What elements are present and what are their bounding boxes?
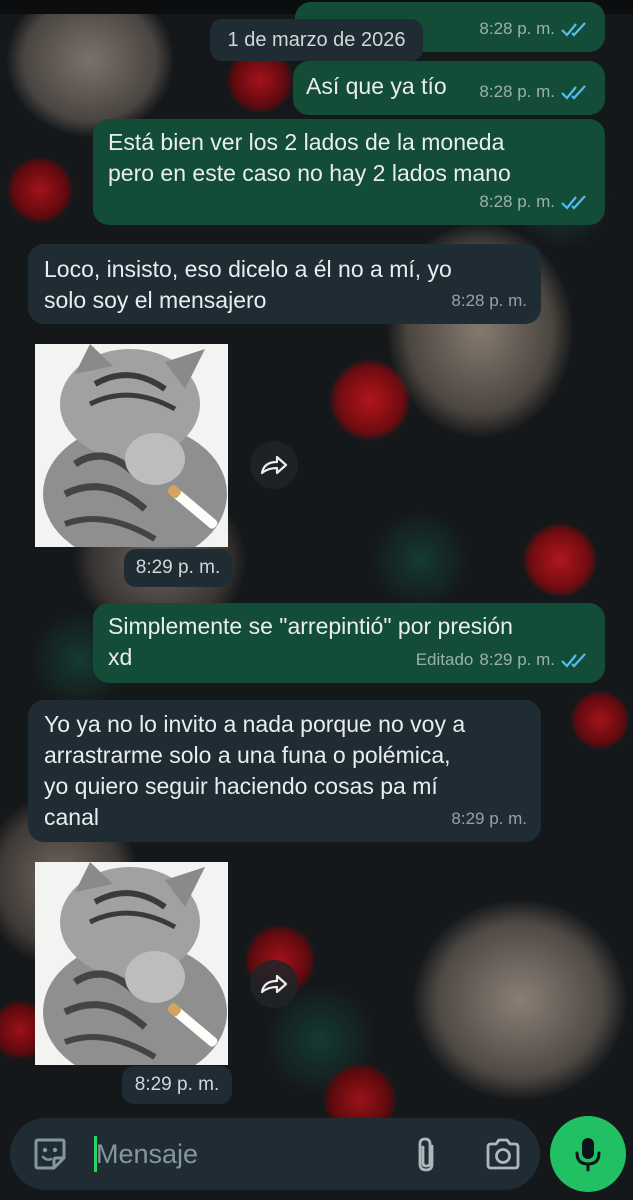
message-time: 8:29 p. m. [479,650,555,669]
microphone-icon [575,1138,601,1172]
date-divider: 1 de marzo de 2026 [210,19,423,61]
message-text: Está bien ver los 2 lados de la moneda p… [108,129,511,186]
read-receipt-icon [561,194,586,210]
cat-sticker-image [35,344,228,547]
forward-icon [260,455,288,475]
message-bubble-incoming[interactable]: Loco, insisto, eso dicelo a él no a mí, … [28,244,541,324]
message-time: 8:28 p. m. [479,19,555,38]
message-composer [10,1118,540,1190]
message-meta: Editado 8:29 p. m. [416,644,591,675]
message-text: Loco, insisto, eso dicelo a él no a mí, … [44,256,452,313]
camera-icon[interactable] [484,1136,522,1172]
forward-icon [260,974,288,994]
cat-sticker-image [35,862,228,1065]
message-bubble-outgoing[interactable]: Simplemente se "arrepintió" por presión … [93,603,605,683]
sticker-icon[interactable] [32,1136,68,1172]
message-time: 8:28 p. m. [451,291,527,310]
message-time: 8:29 p. m. [451,809,527,828]
message-text: Yo ya no lo invito a nada porque no voy … [44,711,466,830]
read-receipt-icon [561,21,586,37]
message-bubble-outgoing[interactable]: Está bien ver los 2 lados de la moneda p… [93,119,605,225]
message-meta: 8:28 p. m. [479,13,591,44]
message-meta: 8:29 p. m. [451,803,527,834]
message-meta: 8:28 p. m. [451,285,527,316]
read-receipt-icon [561,652,586,668]
cat-smoking-sticker[interactable] [35,862,228,1065]
message-bubble-incoming[interactable]: Yo ya no lo invito a nada porque no voy … [28,700,541,842]
forward-button[interactable] [250,960,298,1008]
voice-message-button[interactable] [550,1116,626,1192]
message-input[interactable] [96,1132,396,1176]
sticker-timestamp: 8:29 p. m. [124,549,232,587]
forward-button[interactable] [250,441,298,489]
message-time: 8:28 p. m. [479,192,555,211]
read-receipt-icon [561,84,586,100]
message-meta: 8:28 p. m. [479,76,591,107]
cat-smoking-sticker[interactable] [35,344,228,547]
sticker-timestamp: 8:29 p. m. [122,1066,232,1104]
paperclip-icon[interactable] [410,1136,444,1174]
message-bubble-outgoing[interactable]: Así que ya tío 8:28 p. m. [293,61,605,115]
edited-label: Editado [415,650,474,669]
message-meta: 8:28 p. m. [479,186,591,217]
message-time: 8:28 p. m. [479,82,555,101]
message-text: Así que ya tío [306,73,447,99]
